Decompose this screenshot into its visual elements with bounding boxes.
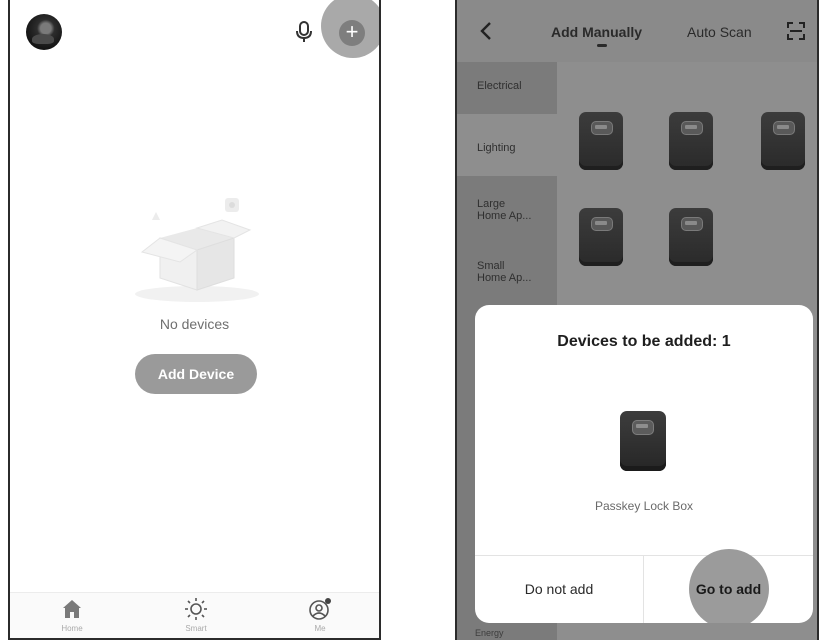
device-thumbnail[interactable] xyxy=(579,208,623,266)
empty-box-illustration xyxy=(135,198,259,302)
device-name: Passkey Lock Box xyxy=(594,499,694,513)
go-to-add-button[interactable]: Go to add xyxy=(644,556,813,623)
profile-icon xyxy=(309,598,331,620)
home-screen: + No devices Add Device Home Smart Me xyxy=(8,0,381,640)
lock-box-icon xyxy=(620,411,666,471)
add-device-button[interactable]: Add Device xyxy=(135,354,257,394)
do-not-add-button[interactable]: Do not add xyxy=(475,556,643,623)
nav-home[interactable]: Home xyxy=(32,597,112,633)
device-thumbnail[interactable] xyxy=(669,208,713,266)
category-peek: Energy xyxy=(475,628,504,638)
back-chevron-icon[interactable] xyxy=(479,20,493,42)
category-large-home-appliances[interactable]: Large Home Ap... xyxy=(457,190,557,252)
empty-state-text: No devices xyxy=(159,316,230,332)
tab-auto-scan[interactable]: Auto Scan xyxy=(687,24,752,40)
dialog-title: Devices to be added: 1 xyxy=(557,333,731,350)
nav-smart[interactable]: Smart xyxy=(156,597,236,633)
home-icon xyxy=(63,600,81,618)
nav-me[interactable]: Me xyxy=(280,597,360,633)
add-icon[interactable]: + xyxy=(339,20,365,46)
category-lighting[interactable]: Lighting xyxy=(457,114,557,176)
microphone-icon[interactable] xyxy=(294,20,314,44)
sun-icon xyxy=(185,598,207,620)
scan-icon[interactable] xyxy=(787,22,805,40)
device-thumbnail[interactable] xyxy=(761,112,805,170)
nav-me-label: Me xyxy=(314,624,326,633)
bottom-nav: Home Smart Me xyxy=(10,592,379,638)
device-thumbnail[interactable] xyxy=(669,112,713,170)
active-tab-indicator xyxy=(597,44,607,47)
device-thumbnail[interactable] xyxy=(579,112,623,170)
add-device-screen: Add Manually Auto Scan Electrical Lighti… xyxy=(455,0,819,640)
avatar[interactable] xyxy=(26,14,62,50)
nav-home-label: Home xyxy=(61,624,83,633)
tab-add-manually[interactable]: Add Manually xyxy=(551,24,642,40)
devices-to-add-dialog: Devices to be added: 1 Passkey Lock Box … xyxy=(475,305,813,623)
nav-smart-label: Smart xyxy=(185,624,207,633)
